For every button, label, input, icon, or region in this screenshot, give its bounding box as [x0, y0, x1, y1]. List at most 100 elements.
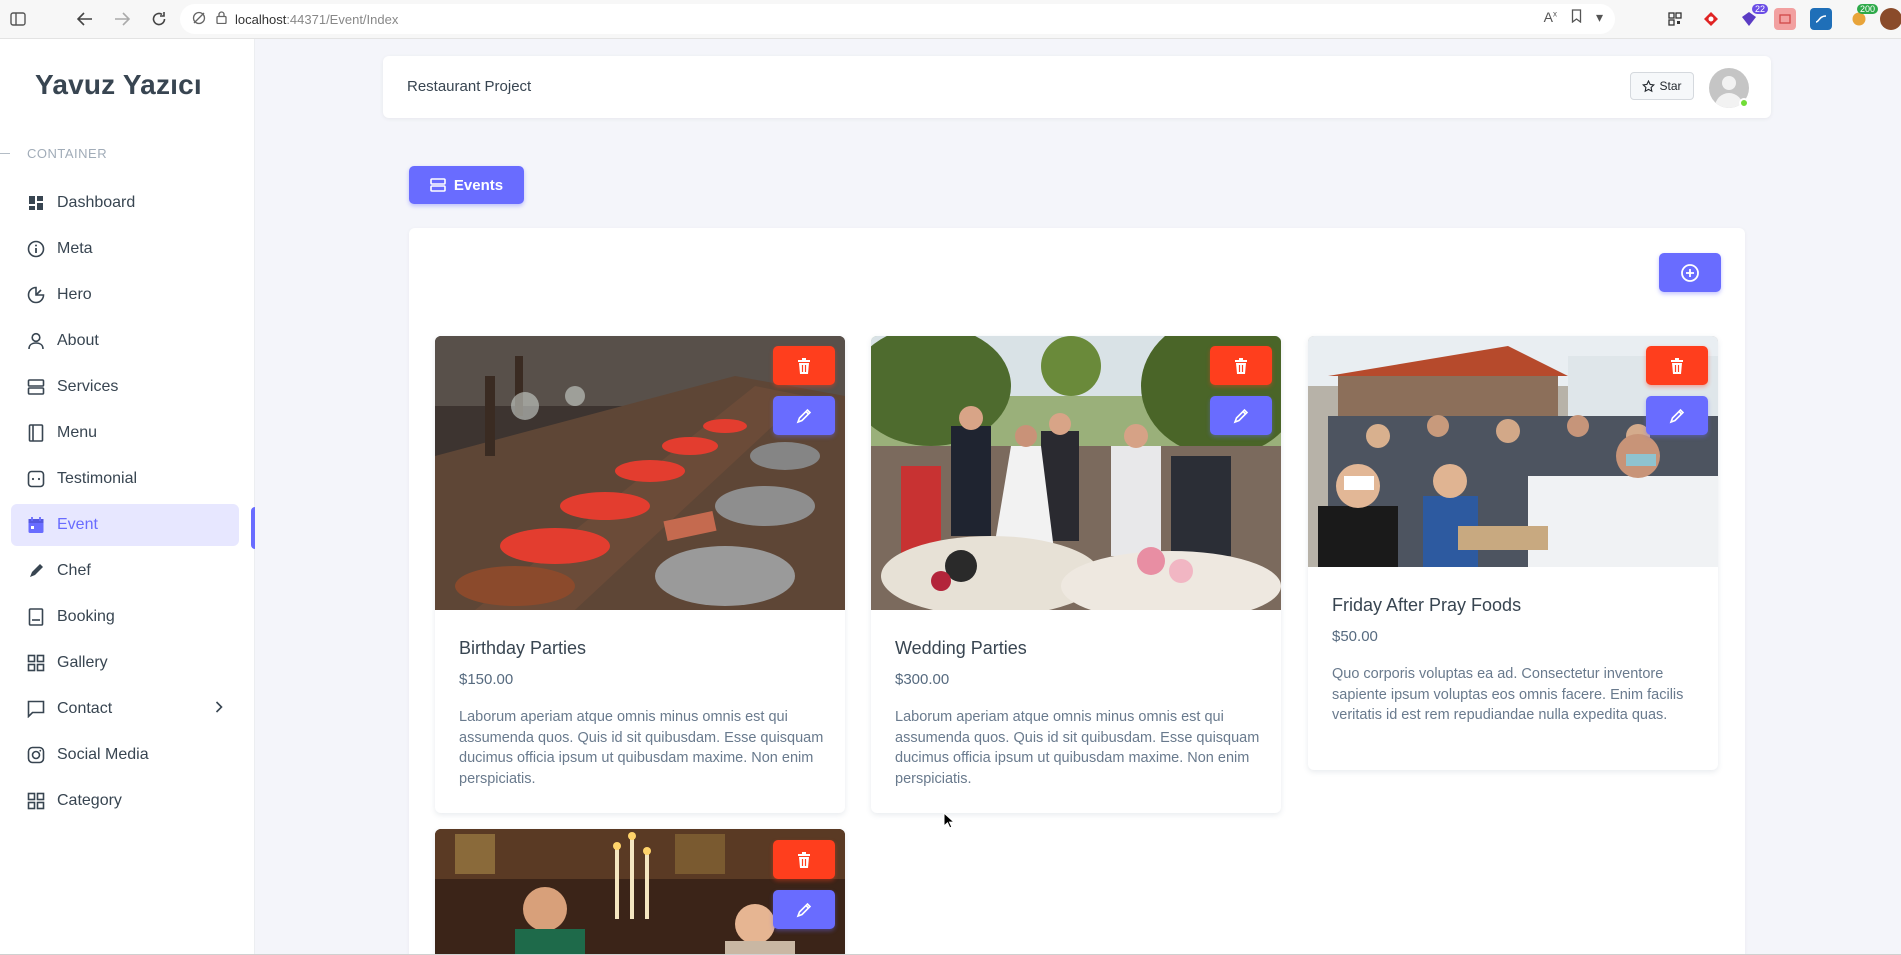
section-divider	[0, 153, 10, 154]
sidebar-item-dashboard[interactable]: Dashboard	[11, 182, 239, 224]
event-title: Friday After Pray Foods	[1332, 595, 1522, 615]
translate-icon[interactable]: Ax	[1544, 9, 1557, 26]
sidebar-item-booking[interactable]: Booking	[11, 596, 239, 638]
edit-event-button[interactable]	[773, 890, 835, 929]
star-icon	[1642, 79, 1656, 92]
booking-icon	[27, 608, 45, 626]
extension-badge: 22	[1751, 4, 1768, 14]
info-icon	[27, 240, 45, 258]
delete-event-button[interactable]	[1646, 346, 1708, 385]
section-title: CONTAINER	[27, 146, 108, 161]
address-bar[interactable]: localhost:44371/Event/Index Ax ▾	[180, 4, 1615, 34]
pink-extension-icon[interactable]	[1774, 8, 1796, 30]
forward-icon[interactable]	[109, 6, 135, 32]
event-description: Laborum aperiam atque omnis minus omnis …	[895, 709, 1260, 787]
sidebar-item-meta[interactable]: Meta	[11, 228, 239, 270]
browser-toolbar: localhost:44371/Event/Index Ax ▾ 22 200	[0, 0, 1901, 39]
sidebar-item-label: Event	[57, 516, 98, 533]
edit-event-button[interactable]	[773, 396, 835, 435]
sidebar: Yavuz Yazıcı CONTAINER Dashboard Meta He…	[0, 39, 255, 955]
delete-event-button[interactable]	[773, 346, 835, 385]
sidebar-item-label: Dashboard	[57, 194, 136, 211]
active-indicator	[251, 507, 255, 549]
event-price: $300.00	[895, 671, 950, 688]
edit-event-button[interactable]	[1646, 396, 1708, 435]
profile-avatar[interactable]	[1880, 8, 1901, 30]
github-star-button[interactable]: Star	[1630, 72, 1694, 100]
sidebar-item-testimonial[interactable]: Testimonial	[11, 458, 239, 500]
sidebar-item-chef[interactable]: Chef	[11, 550, 239, 592]
sidebar-item-label: Contact	[57, 700, 113, 717]
sidebar-item-label: Menu	[57, 424, 98, 441]
top-navbar: Restaurant Project Star	[383, 56, 1771, 118]
sidebar-item-contact[interactable]: Contact	[11, 688, 239, 730]
message-icon	[27, 700, 45, 718]
reload-icon[interactable]	[146, 6, 172, 32]
pen-icon	[27, 562, 45, 580]
tracking-blocked-icon[interactable]	[192, 11, 206, 28]
sidebar-toggle-icon[interactable]	[5, 6, 31, 32]
sidebar-item-menu[interactable]: Menu	[11, 412, 239, 454]
trash-icon	[798, 357, 810, 374]
cookie-extension-icon[interactable]: 200	[1848, 4, 1878, 30]
event-price: $150.00	[459, 671, 514, 688]
back-icon[interactable]	[72, 6, 98, 32]
dashboard-icon	[27, 194, 45, 212]
red-extension-icon[interactable]	[1700, 8, 1722, 30]
sidebar-item-social-media[interactable]: Social Media	[11, 734, 239, 776]
trash-icon	[1671, 357, 1683, 374]
calendar-icon	[27, 516, 45, 534]
plus-circle-icon	[1681, 263, 1699, 282]
sidebar-item-about[interactable]: About	[11, 320, 239, 362]
trash-icon	[1235, 357, 1247, 374]
pie-icon	[27, 286, 45, 304]
event-description: Laborum aperiam atque omnis minus omnis …	[459, 709, 824, 787]
extension-badge-green: 200	[1856, 4, 1878, 14]
sidebar-item-label: Category	[57, 792, 122, 809]
category-icon	[27, 792, 45, 810]
sidebar-menu: Dashboard Meta Hero About Services Menu …	[11, 182, 239, 826]
edit-event-button[interactable]	[1210, 396, 1272, 435]
chevron-right-icon	[215, 700, 223, 716]
online-status-dot	[1739, 98, 1749, 108]
sidebar-item-gallery[interactable]: Gallery	[11, 642, 239, 684]
sidebar-item-label: Gallery	[57, 654, 108, 671]
project-title: Restaurant Project	[407, 78, 532, 95]
sidebar-item-label: Booking	[57, 608, 115, 625]
bookmark-icon[interactable]	[1571, 9, 1582, 26]
event-description: Quo corporis voluptas ea ad. Consectetur…	[1332, 666, 1684, 723]
edit-icon	[1669, 408, 1685, 423]
delete-event-button[interactable]	[773, 840, 835, 879]
sidebar-item-label: Services	[57, 378, 119, 395]
delete-event-button[interactable]	[1210, 346, 1272, 385]
dropdown-icon[interactable]: ▾	[1596, 9, 1603, 26]
event-title: Birthday Parties	[459, 638, 587, 658]
trash-icon	[798, 851, 810, 868]
sidebar-item-event[interactable]: Event	[11, 504, 239, 546]
server-icon	[27, 378, 45, 396]
sidebar-item-hero[interactable]: Hero	[11, 274, 239, 316]
events-tab-label: Events	[453, 176, 504, 194]
sidebar-item-label: Testimonial	[57, 470, 138, 487]
book-icon	[27, 424, 45, 442]
instagram-icon	[27, 746, 45, 764]
sidebar-item-category[interactable]: Category	[11, 780, 239, 822]
blue-extension-icon[interactable]	[1810, 8, 1832, 30]
user-icon	[27, 332, 45, 350]
edit-icon	[796, 902, 812, 917]
add-event-button[interactable]	[1659, 253, 1721, 292]
event-title: Wedding Parties	[895, 638, 1027, 658]
events-tab-button[interactable]: Events	[409, 166, 524, 204]
sidebar-item-label: Meta	[57, 240, 93, 257]
sidebar-item-services[interactable]: Services	[11, 366, 239, 408]
sidebar-item-label: Social Media	[57, 746, 149, 763]
event-price: $50.00	[1332, 628, 1378, 645]
lock-icon[interactable]	[216, 11, 227, 27]
star-label: Star	[1659, 79, 1682, 93]
brand-title[interactable]: Yavuz Yazıcı	[35, 69, 202, 101]
qr-extension-icon[interactable]	[1664, 8, 1686, 30]
purple-extension-icon[interactable]: 22	[1738, 4, 1768, 30]
server-icon	[430, 178, 446, 192]
sidebar-item-label: Hero	[57, 286, 92, 303]
edit-icon	[796, 408, 812, 423]
